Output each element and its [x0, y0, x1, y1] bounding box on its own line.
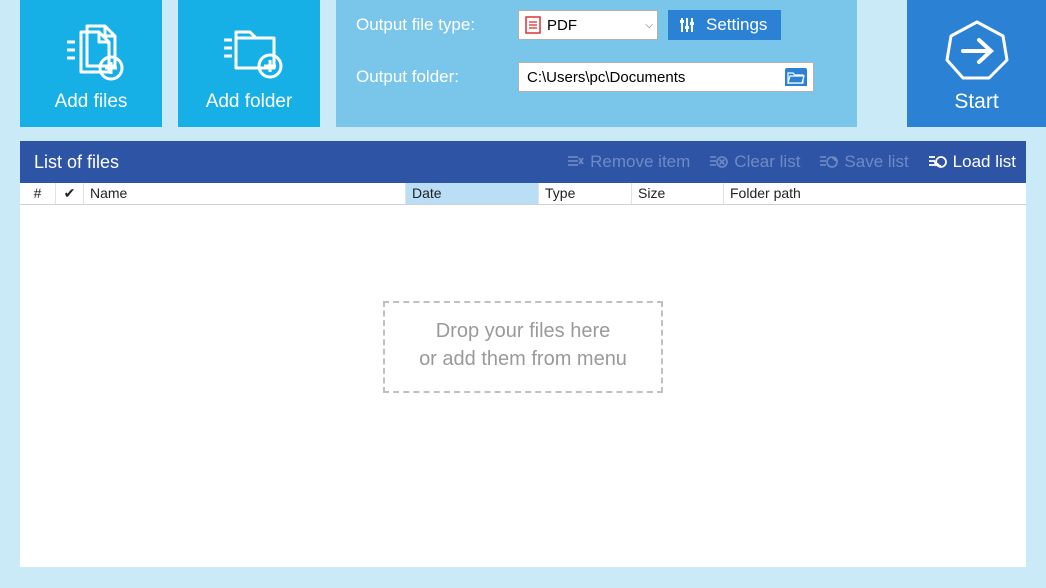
start-icon: [941, 14, 1013, 88]
clear-list-button[interactable]: Clear list: [708, 152, 800, 172]
start-button[interactable]: Start: [907, 0, 1046, 127]
column-headers: # ✔ Name Date Type Size Folder path: [20, 183, 1026, 205]
folder-open-icon: [787, 70, 805, 84]
col-path[interactable]: Folder path: [724, 183, 1026, 204]
col-date[interactable]: Date: [406, 183, 539, 204]
save-list-button[interactable]: Save list: [818, 152, 908, 172]
clear-icon: [708, 154, 728, 170]
remove-item-button[interactable]: Remove item: [566, 152, 690, 172]
add-folder-button[interactable]: Add folder: [178, 0, 320, 127]
add-folder-icon: [210, 15, 288, 89]
output-folder-input[interactable]: C:\Users\pc\Documents: [518, 62, 814, 92]
start-label: Start: [954, 90, 998, 114]
output-folder-label: Output folder:: [356, 67, 518, 87]
file-type-value: PDF: [547, 17, 577, 34]
output-panel: Output file type: PDF ⌵: [336, 0, 857, 127]
chevron-down-icon: ⌵: [645, 20, 653, 31]
load-list-button[interactable]: Load list: [927, 152, 1016, 172]
output-file-type-select[interactable]: PDF ⌵: [518, 10, 658, 40]
col-size[interactable]: Size: [632, 183, 724, 204]
file-list-title: List of files: [34, 152, 119, 173]
file-drop-zone[interactable]: Drop your files here or add them from me…: [20, 205, 1026, 567]
settings-button[interactable]: Settings: [668, 10, 781, 40]
add-files-label: Add files: [55, 91, 128, 113]
add-files-button[interactable]: Add files: [20, 0, 162, 127]
load-icon: [927, 154, 947, 170]
col-name[interactable]: Name: [84, 183, 406, 204]
add-folder-label: Add folder: [206, 91, 293, 113]
pdf-icon: [525, 16, 541, 34]
file-list-header: List of files Remove item: [20, 141, 1026, 183]
output-file-type-label: Output file type:: [356, 15, 518, 35]
file-list-panel: List of files Remove item: [20, 141, 1026, 567]
output-folder-value: C:\Users\pc\Documents: [527, 69, 785, 86]
col-type[interactable]: Type: [539, 183, 632, 204]
sliders-icon: [678, 16, 696, 34]
col-number[interactable]: #: [20, 183, 56, 204]
col-check[interactable]: ✔: [56, 183, 84, 204]
add-files-icon: [53, 15, 129, 89]
save-icon: [818, 154, 838, 170]
remove-icon: [566, 154, 584, 170]
drop-hint: Drop your files here or add them from me…: [383, 301, 663, 393]
settings-label: Settings: [706, 15, 767, 35]
browse-folder-button[interactable]: [785, 68, 807, 86]
